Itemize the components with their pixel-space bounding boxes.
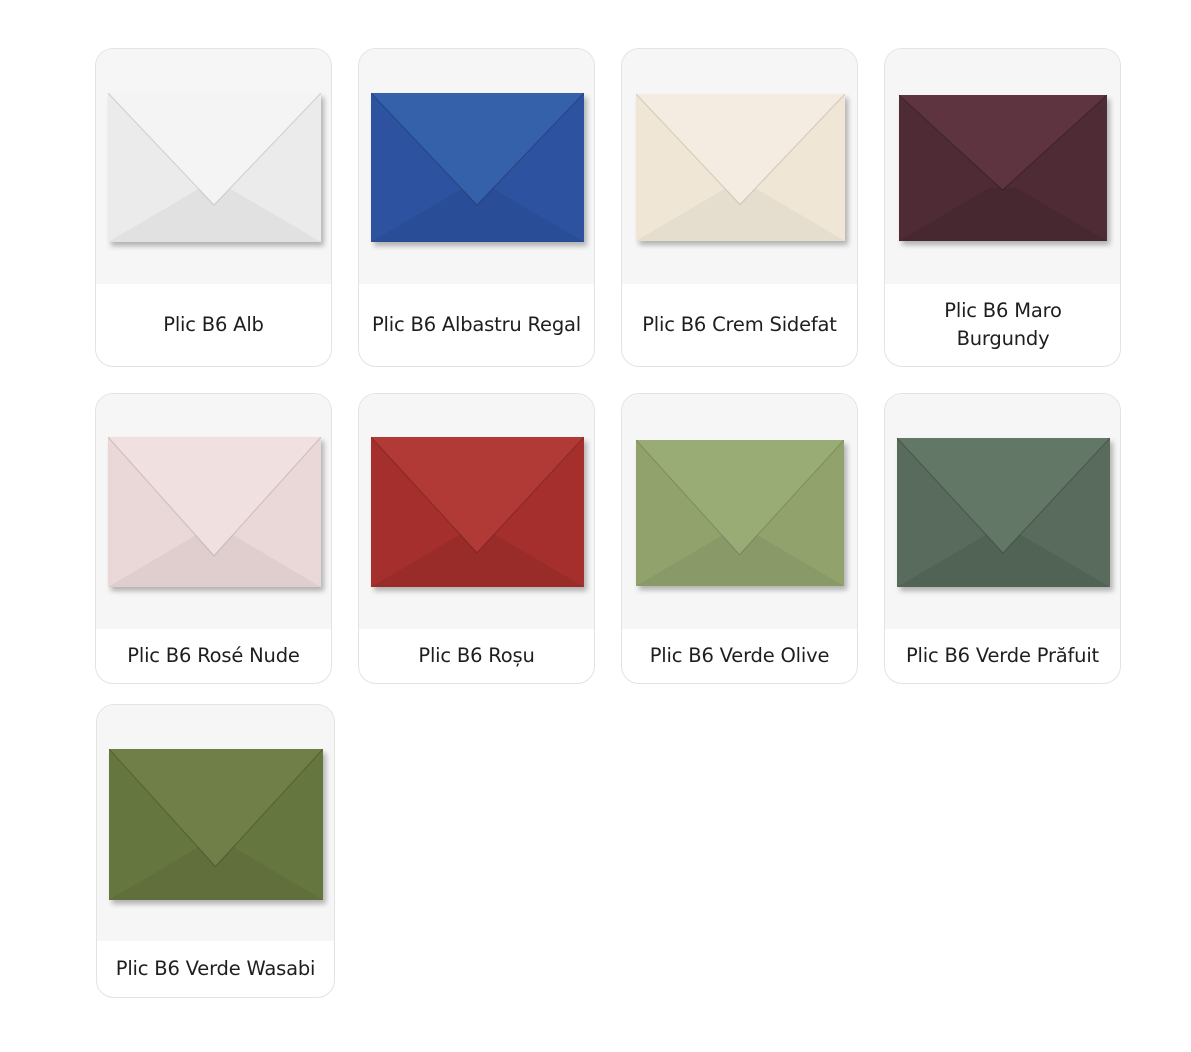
product-image-area bbox=[622, 49, 857, 284]
envelope-icon bbox=[899, 95, 1107, 241]
envelope-icon bbox=[371, 93, 584, 242]
product-title[interactable]: Plic B6 Roșu bbox=[365, 629, 588, 683]
product-image-area bbox=[359, 49, 594, 284]
product-card[interactable]: Plic B6 Rosé Nude bbox=[95, 393, 332, 684]
product-title[interactable]: Plic B6 Rosé Nude bbox=[102, 629, 325, 683]
product-title[interactable]: Plic B6 Alb bbox=[102, 284, 325, 366]
product-image-area bbox=[97, 705, 334, 941]
product-image-area bbox=[359, 394, 594, 629]
product-card[interactable]: Plic B6 Maro Burgundy bbox=[884, 48, 1121, 367]
envelope-image bbox=[636, 440, 844, 586]
envelope-icon bbox=[636, 94, 845, 241]
envelope-image bbox=[371, 93, 584, 242]
envelope-icon bbox=[109, 749, 323, 900]
envelope-image bbox=[109, 749, 323, 900]
envelope-icon bbox=[371, 437, 584, 587]
envelope-image bbox=[897, 438, 1110, 587]
envelope-image bbox=[899, 95, 1107, 241]
product-title[interactable]: Plic B6 Crem Sidefat bbox=[628, 284, 851, 366]
product-card[interactable]: Plic B6 Verde Prăfuit bbox=[884, 393, 1121, 684]
product-title[interactable]: Plic B6 Verde Wasabi bbox=[103, 941, 328, 997]
product-title[interactable]: Plic B6 Maro Burgundy bbox=[928, 284, 1078, 366]
envelope-icon bbox=[108, 437, 321, 587]
product-card[interactable]: Plic B6 Alb bbox=[95, 48, 332, 367]
product-image-area bbox=[622, 394, 857, 629]
product-image-area bbox=[885, 49, 1120, 284]
product-card[interactable]: Plic B6 Roșu bbox=[358, 393, 595, 684]
product-grid: Plic B6 Alb Plic B6 Albastru Regal Plic … bbox=[0, 0, 1191, 1052]
envelope-icon bbox=[636, 440, 844, 586]
product-card[interactable]: Plic B6 Verde Olive bbox=[621, 393, 858, 684]
product-card[interactable]: Plic B6 Crem Sidefat bbox=[621, 48, 858, 367]
envelope-image bbox=[371, 437, 584, 587]
envelope-image bbox=[108, 93, 321, 242]
product-image-area bbox=[885, 394, 1120, 629]
product-title[interactable]: Plic B6 Albastru Regal bbox=[365, 284, 588, 366]
product-title[interactable]: Plic B6 Verde Olive bbox=[628, 629, 851, 683]
product-image-area bbox=[96, 394, 331, 629]
product-card[interactable]: Plic B6 Albastru Regal bbox=[358, 48, 595, 367]
envelope-icon bbox=[108, 93, 321, 242]
envelope-image bbox=[636, 94, 845, 241]
envelope-icon bbox=[897, 438, 1110, 587]
envelope-image bbox=[108, 437, 321, 587]
product-image-area bbox=[96, 49, 331, 284]
product-title[interactable]: Plic B6 Verde Prăfuit bbox=[891, 629, 1114, 683]
product-card[interactable]: Plic B6 Verde Wasabi bbox=[96, 704, 335, 998]
